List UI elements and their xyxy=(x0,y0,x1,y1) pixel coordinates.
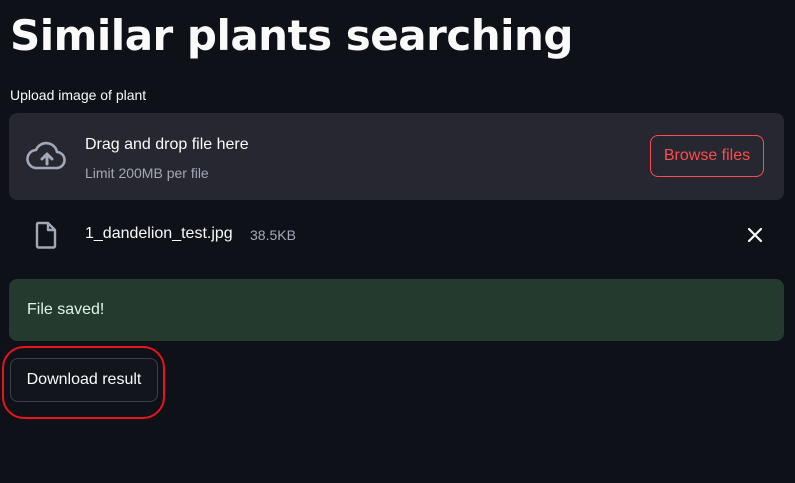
close-icon xyxy=(747,227,763,243)
page-title: Similar plants searching xyxy=(10,11,573,60)
dropzone-limit: Limit 200MB per file xyxy=(85,165,209,181)
browse-files-button[interactable]: Browse files xyxy=(650,135,764,177)
success-message: File saved! xyxy=(27,301,105,318)
file-dropzone[interactable]: Drag and drop file here Limit 200MB per … xyxy=(9,113,784,200)
remove-file-button[interactable] xyxy=(743,223,767,247)
uploaded-file-row: 1_dandelion_test.jpg 38.5KB xyxy=(9,214,784,256)
dropzone-title: Drag and drop file here xyxy=(85,136,249,153)
cloud-upload-icon xyxy=(26,141,66,170)
file-icon xyxy=(35,221,57,249)
download-result-button[interactable]: Download result xyxy=(10,358,158,402)
file-name: 1_dandelion_test.jpg xyxy=(85,225,233,242)
upload-label: Upload image of plant xyxy=(10,87,147,103)
success-alert: File saved! xyxy=(9,279,784,341)
file-size: 38.5KB xyxy=(250,227,296,243)
